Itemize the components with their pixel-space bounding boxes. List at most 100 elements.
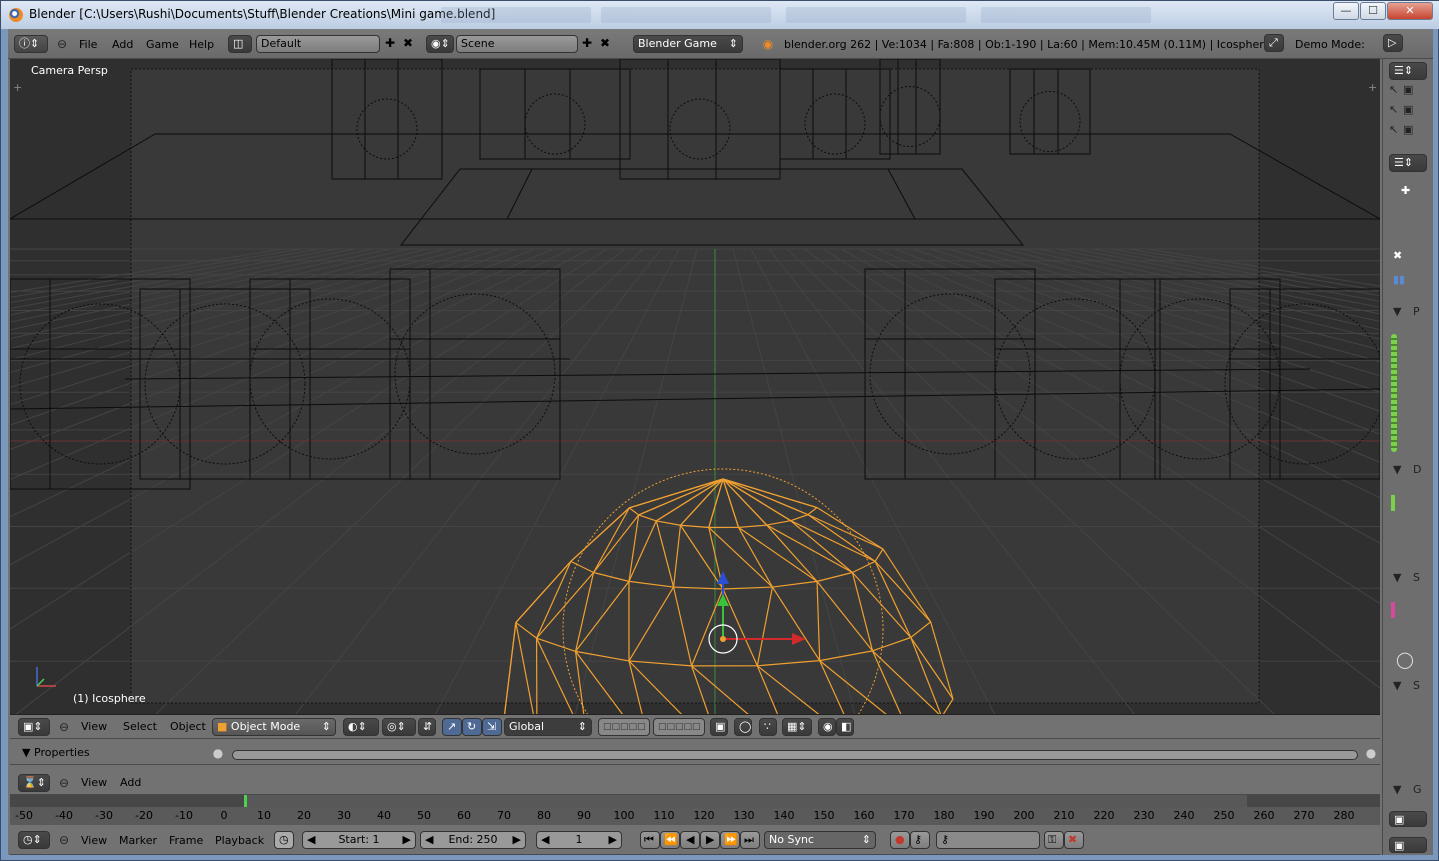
properties-panel-toggle[interactable]: ▼ bbox=[22, 746, 30, 759]
add-screen-icon[interactable]: ✚ bbox=[382, 34, 398, 52]
zoom-in-icon[interactable]: ✚ bbox=[1401, 184, 1410, 197]
properties-editor-type[interactable]: ☰⇕ bbox=[1389, 154, 1427, 172]
playback-menu-playback[interactable]: Playback bbox=[215, 834, 264, 847]
green-slider-bar[interactable] bbox=[1391, 334, 1397, 452]
scene-field[interactable]: Scene bbox=[456, 35, 578, 53]
render-animation-icon[interactable]: ◧ bbox=[836, 718, 854, 736]
maximize-button[interactable]: ☐ bbox=[1360, 2, 1386, 20]
timeline-menu-add[interactable]: Add bbox=[120, 776, 141, 789]
delete-keyframe-button[interactable]: ✖ bbox=[1064, 831, 1084, 849]
panel-toggle-s2-icon[interactable]: ▼ bbox=[1393, 679, 1401, 692]
snap-element-dropdown[interactable]: ▦⇕ bbox=[782, 718, 812, 736]
viewport-shading-dropdown[interactable]: ◐⇕ bbox=[343, 718, 379, 736]
restrict-render-icon-3[interactable]: ▣ bbox=[1403, 123, 1413, 136]
screen-layout-field[interactable]: Default bbox=[256, 35, 380, 53]
scale-manipulator-icon[interactable]: ⇲ bbox=[482, 718, 502, 736]
manipulator-toggle[interactable]: ⇵ bbox=[418, 718, 436, 736]
object-mode-dropdown[interactable]: ■ Object Mode ⇕ bbox=[212, 718, 336, 736]
bottom-editor-type[interactable]: ▣ bbox=[1389, 811, 1427, 827]
current-frame-indicator[interactable] bbox=[244, 795, 247, 807]
end-frame-field[interactable]: ◀ End: 250 ▶ bbox=[420, 831, 526, 849]
outliner-editor-type[interactable]: ☰⇕ bbox=[1389, 62, 1427, 80]
timeline-collapse-icon[interactable]: ⊖ bbox=[58, 774, 70, 792]
end-frame-left-icon[interactable]: ◀ bbox=[425, 832, 433, 848]
view3d-menu-view[interactable]: View bbox=[81, 720, 107, 733]
magenta-marker[interactable] bbox=[1391, 602, 1395, 618]
playback-editor-type[interactable]: ◷⇕ bbox=[18, 831, 50, 849]
split-tool-icon[interactable]: ▮▮ bbox=[1393, 273, 1405, 286]
restrict-render-icon-2[interactable]: ▣ bbox=[1403, 103, 1413, 116]
keying-set-field[interactable]: ⚷ bbox=[936, 831, 1040, 849]
panel-toggle-d-icon[interactable]: ▼ bbox=[1393, 463, 1401, 476]
start-frame-left-icon[interactable]: ◀ bbox=[307, 832, 315, 848]
jump-prev-keyframe-button[interactable]: ⏪ bbox=[660, 831, 680, 849]
properties-slider-handle-icon[interactable]: ● bbox=[210, 744, 226, 762]
3d-viewport[interactable]: Camera Persp (1) Icosphere + + bbox=[10, 59, 1380, 715]
sync-mode-dropdown[interactable]: No Sync ⇕ bbox=[764, 831, 876, 849]
view3d-menu-select[interactable]: Select bbox=[123, 720, 157, 733]
playback-collapse-icon[interactable]: ⊖ bbox=[58, 831, 70, 849]
panel-header-s2[interactable]: S bbox=[1413, 679, 1420, 692]
panel-toggle-g-icon[interactable]: ▼ bbox=[1393, 783, 1401, 796]
editor-type-selector[interactable]: ⓘ⇕ bbox=[14, 35, 48, 53]
viewport-scene-canvas[interactable] bbox=[10, 59, 1380, 715]
mirror-tool-icon[interactable]: ✖ bbox=[1393, 249, 1402, 262]
restrict-render-icon[interactable]: ▣ bbox=[1403, 83, 1413, 96]
jump-next-keyframe-button[interactable]: ⏩ bbox=[720, 831, 740, 849]
view3d-menu-object[interactable]: Object bbox=[170, 720, 206, 733]
snap-toggle-icon[interactable]: ∵ bbox=[759, 718, 777, 736]
jump-start-button[interactable]: ⏮ bbox=[640, 831, 660, 849]
start-frame-field[interactable]: ◀ Start: 1 ▶ bbox=[302, 831, 416, 849]
panel-header-s[interactable]: S bbox=[1413, 571, 1420, 584]
timeline-menu-view[interactable]: View bbox=[81, 776, 107, 789]
proportional-edit-icon[interactable]: ◯ bbox=[734, 718, 752, 736]
pivot-point-dropdown[interactable]: ◎⇕ bbox=[382, 718, 416, 736]
preview-range-toggle-icon[interactable]: ◷ bbox=[274, 831, 294, 849]
panel-header-g[interactable]: G bbox=[1413, 783, 1422, 796]
restrict-select-icon-2[interactable]: ↖ bbox=[1389, 103, 1398, 116]
playback-menu-marker[interactable]: Marker bbox=[119, 834, 157, 847]
current-frame-right-icon[interactable]: ▶ bbox=[609, 832, 617, 848]
timeline-ruler[interactable]: -50 -40 -30 -20 -10 0 10 20 30 40 50 60 70 80 90 100 110… bbox=[10, 795, 1380, 825]
play-demo-button[interactable]: ▷ bbox=[1383, 34, 1403, 52]
restrict-select-icon-3[interactable]: ↖ bbox=[1389, 123, 1398, 136]
properties-end-handle-icon[interactable]: ● bbox=[1363, 744, 1379, 762]
green-marker[interactable] bbox=[1391, 495, 1395, 511]
menu-help[interactable]: Help bbox=[189, 38, 214, 51]
keying-set-icon[interactable]: ⚷ bbox=[910, 831, 930, 849]
radio-circle-icon[interactable]: ◯ bbox=[1396, 650, 1414, 669]
collapse-menu-icon[interactable]: ⊖ bbox=[56, 35, 68, 53]
add-scene-icon[interactable]: ✚ bbox=[579, 34, 595, 52]
layers-group-2[interactable]: □□□□□ bbox=[653, 718, 705, 736]
end-frame-right-icon[interactable]: ▶ bbox=[513, 832, 521, 848]
remove-scene-icon[interactable]: ✖ bbox=[597, 34, 613, 52]
play-button[interactable]: ▶ bbox=[700, 831, 720, 849]
layers-group-1[interactable]: □□□□□ bbox=[598, 718, 650, 736]
timeline-editor-type[interactable]: ⌛⇕ bbox=[18, 774, 50, 792]
rotate-manipulator-icon[interactable]: ↻ bbox=[462, 718, 482, 736]
corner-plus-right-icon[interactable]: + bbox=[1368, 81, 1377, 94]
menu-add[interactable]: Add bbox=[112, 38, 133, 51]
current-frame-left-icon[interactable]: ◀ bbox=[541, 832, 549, 848]
view3d-editor-type[interactable]: ▣⇕ bbox=[18, 718, 50, 736]
bottom-editor-type-2[interactable]: ▣ bbox=[1389, 837, 1427, 853]
view3d-collapse-icon[interactable]: ⊖ bbox=[58, 718, 70, 736]
menu-game[interactable]: Game bbox=[146, 38, 179, 51]
playback-menu-frame[interactable]: Frame bbox=[169, 834, 203, 847]
screen-layout-icon[interactable]: ◫ bbox=[228, 35, 252, 53]
panel-header-p[interactable]: P bbox=[1413, 305, 1420, 318]
render-engine-dropdown[interactable]: Blender Game ⇕ bbox=[633, 35, 743, 53]
start-frame-right-icon[interactable]: ▶ bbox=[403, 832, 411, 848]
render-opengl-icon[interactable]: ◉ bbox=[818, 718, 836, 736]
translate-manipulator-icon[interactable]: ↗ bbox=[442, 718, 462, 736]
panel-header-d[interactable]: D bbox=[1413, 463, 1421, 476]
remove-screen-icon[interactable]: ✖ bbox=[400, 34, 416, 52]
jump-end-button[interactable]: ⏭ bbox=[740, 831, 760, 849]
scene-icon[interactable]: ◉⇕ bbox=[426, 35, 454, 53]
playback-menu-view[interactable]: View bbox=[81, 834, 107, 847]
panel-toggle-s-icon[interactable]: ▼ bbox=[1393, 571, 1401, 584]
panel-toggle-p-icon[interactable]: ▼ bbox=[1393, 305, 1401, 318]
restrict-select-icon[interactable]: ↖ bbox=[1389, 83, 1398, 96]
minimize-button[interactable]: — bbox=[1333, 2, 1359, 20]
current-frame-field[interactable]: ◀ 1 ▶ bbox=[536, 831, 622, 849]
